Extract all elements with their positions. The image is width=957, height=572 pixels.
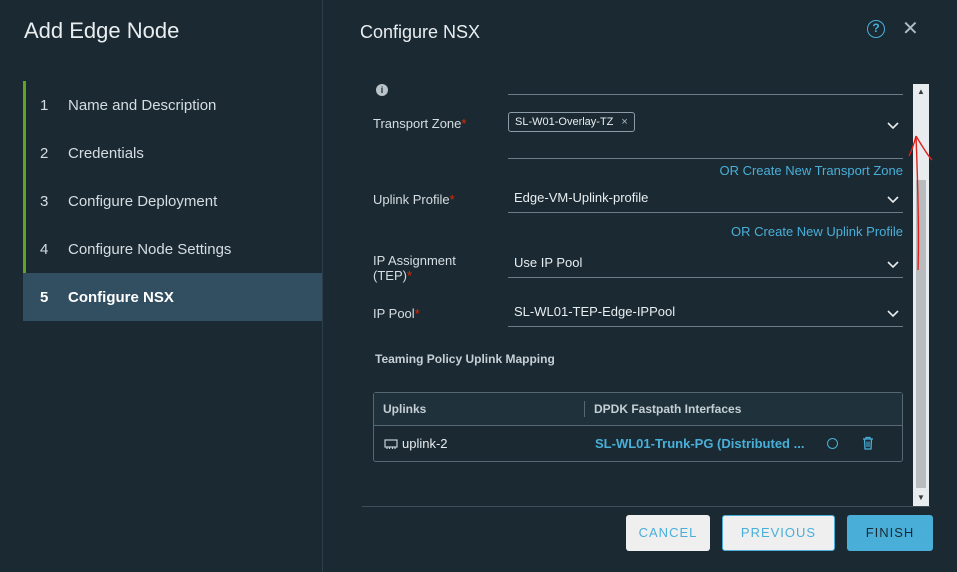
step-number: 3 xyxy=(40,192,49,210)
ip-pool-label-text: IP Pool xyxy=(373,306,415,321)
uplink-mapping-table: Uplinks DPDK Fastpath Interfaces uplink-… xyxy=(373,392,903,462)
column-separator xyxy=(584,401,585,417)
finish-button[interactable]: FINISH xyxy=(847,515,933,551)
previous-field-underline xyxy=(508,94,903,95)
column-header-dpdk: DPDK Fastpath Interfaces xyxy=(594,402,742,416)
ip-assignment-label-line2: (TEP) xyxy=(373,268,407,283)
create-transport-zone-link[interactable]: OR Create New Transport Zone xyxy=(719,163,903,178)
ip-assignment-value: Use IP Pool xyxy=(514,255,583,270)
required-mark: * xyxy=(414,306,420,321)
step-credentials[interactable]: 2 Credentials xyxy=(23,129,322,177)
dpdk-interface-link[interactable]: SL-WL01-Trunk-PG (Distributed ... xyxy=(595,436,804,451)
step-number: 2 xyxy=(40,144,49,162)
ip-pool-select[interactable]: SL-WL01-TEP-Edge-IPPool xyxy=(508,301,903,327)
step-configure-nsx[interactable]: 5 Configure NSX xyxy=(23,273,322,321)
content-panel: Configure NSX ? ✕ i Transport Zone* SL-W… xyxy=(324,0,957,572)
annotation-arrow-icon xyxy=(908,135,933,271)
ip-assignment-label-line1: IP Assignment xyxy=(373,253,456,268)
uplink-port-icon xyxy=(384,439,398,449)
chevron-down-icon[interactable] xyxy=(887,122,899,130)
step-number: 1 xyxy=(40,96,49,114)
scroll-down-arrow-icon[interactable]: ▼ xyxy=(913,490,929,506)
teaming-policy-title: Teaming Policy Uplink Mapping xyxy=(375,352,555,366)
uplink-profile-value: Edge-VM-Uplink-profile xyxy=(514,190,649,205)
create-uplink-profile-link[interactable]: OR Create New Uplink Profile xyxy=(731,224,903,239)
step-label: Configure Node Settings xyxy=(68,240,232,258)
ip-pool-value: SL-WL01-TEP-Edge-IPPool xyxy=(514,304,676,319)
ip-assignment-label: IP Assignment (TEP)* xyxy=(373,253,456,283)
step-configure-deployment[interactable]: 3 Configure Deployment xyxy=(23,177,322,225)
close-icon[interactable]: ✕ xyxy=(902,16,919,41)
step-label: Configure NSX xyxy=(68,288,174,306)
required-mark: * xyxy=(461,116,467,131)
transport-zone-label-text: Transport Zone xyxy=(373,116,462,131)
step-label: Credentials xyxy=(68,144,144,162)
chip-remove-icon[interactable]: × xyxy=(621,113,627,131)
required-mark: * xyxy=(406,268,413,283)
column-header-uplinks: Uplinks xyxy=(383,402,427,416)
wizard-sidebar: Add Edge Node 1 Name and Description 2 C… xyxy=(0,0,323,572)
help-icon[interactable]: ? xyxy=(867,20,885,38)
chevron-down-icon xyxy=(887,261,899,269)
ip-assignment-select[interactable]: Use IP Pool xyxy=(508,252,903,278)
chevron-down-icon xyxy=(887,196,899,204)
uplink-profile-label-text: Uplink Profile xyxy=(373,192,450,207)
transport-zone-chip: SL-W01-Overlay-TZ × xyxy=(508,112,635,132)
step-label: Configure Deployment xyxy=(68,192,218,210)
table-row: uplink-2 SL-WL01-Trunk-PG (Distributed .… xyxy=(374,427,902,462)
page-title: Configure NSX xyxy=(360,22,481,42)
step-number: 5 xyxy=(40,288,49,306)
step-label: Name and Description xyxy=(68,96,217,114)
ip-pool-label: IP Pool* xyxy=(373,306,420,321)
info-icon[interactable] xyxy=(827,438,838,449)
table-header: Uplinks DPDK Fastpath Interfaces xyxy=(374,393,902,426)
footer-divider xyxy=(362,506,930,507)
transport-zone-multiselect[interactable]: SL-W01-Overlay-TZ × xyxy=(508,110,903,159)
trash-icon[interactable] xyxy=(862,436,874,450)
wizard-steps: 1 Name and Description 2 Credentials 3 C… xyxy=(23,81,322,321)
wizard-title: Add Edge Node xyxy=(24,18,180,43)
chip-label: SL-W01-Overlay-TZ xyxy=(515,116,614,128)
uplink-profile-label: Uplink Profile* xyxy=(373,192,455,207)
step-configure-node-settings[interactable]: 4 Configure Node Settings xyxy=(23,225,322,273)
step-name-and-description[interactable]: 1 Name and Description xyxy=(23,81,322,129)
required-mark: * xyxy=(449,192,455,207)
previous-button[interactable]: PREVIOUS xyxy=(722,515,835,551)
info-icon[interactable]: i xyxy=(376,84,388,96)
uplink-name: uplink-2 xyxy=(402,436,448,451)
cancel-button[interactable]: CANCEL xyxy=(626,515,710,551)
transport-zone-label: Transport Zone* xyxy=(373,116,466,131)
chevron-down-icon xyxy=(887,310,899,318)
uplink-profile-select[interactable]: Edge-VM-Uplink-profile xyxy=(508,187,903,213)
configure-nsx-form: i Transport Zone* SL-W01-Overlay-TZ × OR… xyxy=(360,76,905,504)
scroll-up-arrow-icon[interactable]: ▲ xyxy=(913,84,929,100)
step-number: 4 xyxy=(40,240,49,258)
